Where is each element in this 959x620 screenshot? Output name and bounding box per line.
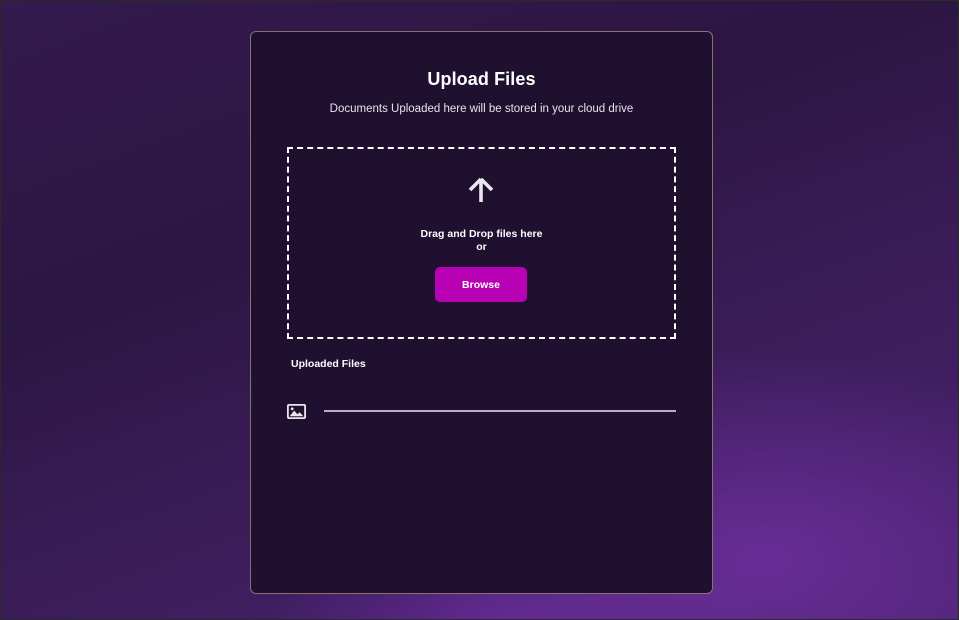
page-title: Upload Files — [427, 69, 536, 89]
page-subtitle: Documents Uploaded here will be stored i… — [329, 103, 634, 115]
dropzone-instructions: Drag and Drop files here or — [289, 228, 674, 253]
page-background: { "upload_card": { "title": "Upload File… — [0, 0, 959, 620]
dropzone-instruction-text: Drag and Drop files here — [420, 228, 543, 240]
uploaded-files-heading: Uploaded Files — [291, 358, 366, 370]
image-file-icon — [287, 404, 306, 419]
upload-progress-bar — [324, 410, 676, 412]
file-dropzone[interactable]: Drag and Drop files here or Browse — [287, 147, 676, 339]
upload-progress-fill — [324, 410, 676, 412]
arrow-up-icon — [468, 177, 494, 202]
uploaded-file-item — [287, 403, 676, 421]
browse-button[interactable]: Browse — [435, 267, 527, 302]
dropzone-or-text: or — [476, 240, 487, 253]
upload-card: Upload Files Documents Uploaded here wil… — [250, 31, 713, 594]
